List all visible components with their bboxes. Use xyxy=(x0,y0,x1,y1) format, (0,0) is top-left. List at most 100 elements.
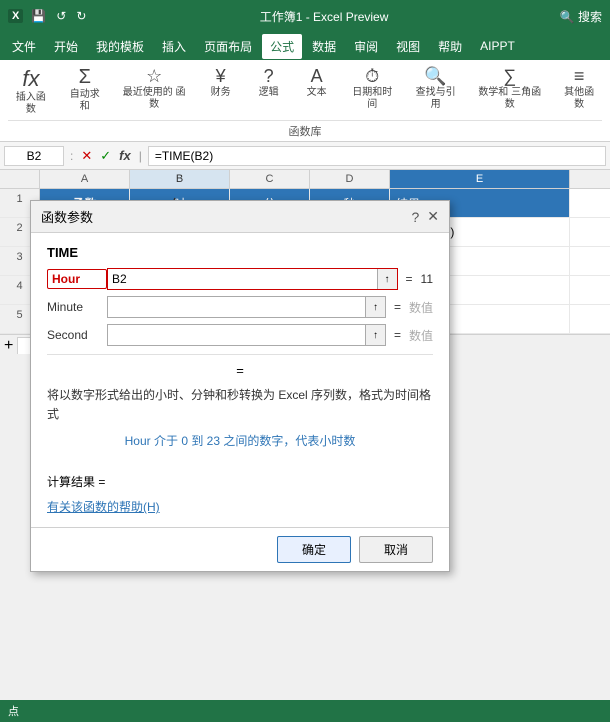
add-sheet-btn[interactable]: + xyxy=(4,337,13,355)
arg-picker-minute[interactable]: ↑ xyxy=(365,297,385,317)
arg-picker-hour[interactable]: ↑ xyxy=(377,269,397,289)
dialog-cancel-btn[interactable]: 取消 xyxy=(359,536,433,563)
math-label: 数学和 三角函数 xyxy=(475,87,544,111)
ribbon: fx 插入函数 Σ 自动求和 ☆ 最近使用的 函数 ¥ 财务 ? 逻辑 A 文本… xyxy=(0,60,610,142)
fx-icon: fx xyxy=(22,66,39,92)
menu-data[interactable]: 数据 xyxy=(304,34,344,59)
function-args-dialog: 函数参数 ? ✕ TIME Hour ↑ = 11 xyxy=(30,200,450,572)
ribbon-datetime[interactable]: ⏱ 日期和时间 xyxy=(345,64,400,113)
insert-func-label: 插入函数 xyxy=(12,92,50,116)
dialog-title: 函数参数 xyxy=(41,207,93,226)
arg-picker-second[interactable]: ↑ xyxy=(365,325,385,345)
finance-label: 财务 xyxy=(211,87,231,99)
arg-equals-minute: = xyxy=(394,300,401,314)
menu-file[interactable]: 文件 xyxy=(4,34,44,59)
more-icon: ≡ xyxy=(574,66,585,87)
formula-bar-divider: : xyxy=(68,149,75,163)
ribbon-more[interactable]: ≡ 其他函数 xyxy=(556,64,602,113)
dialog-close-btn[interactable]: ✕ xyxy=(427,208,439,225)
title-bar-left: X 💾 ↺ ↻ xyxy=(8,7,88,25)
ribbon-autosum[interactable]: Σ 自动求和 xyxy=(62,64,108,115)
text-label: 文本 xyxy=(307,87,327,99)
dialog-description: 将以数字形式给出的小时、分钟和秒转换为 Excel 序列数，格式为时间格式 xyxy=(47,386,433,424)
dialog-help-btn[interactable]: ? xyxy=(411,208,419,225)
menu-home[interactable]: 开始 xyxy=(46,34,86,59)
autosum-label: 自动求和 xyxy=(66,89,104,113)
menu-view[interactable]: 视图 xyxy=(388,34,428,59)
menu-templates[interactable]: 我的模板 xyxy=(88,34,152,59)
dialog-overlay: 函数参数 ? ✕ TIME Hour ↑ = 11 xyxy=(0,170,610,305)
dialog-body: TIME Hour ↑ = 11 Minute ↑ xyxy=(31,233,449,527)
status-bar: 点 xyxy=(0,700,610,722)
lookup-icon: 🔍 xyxy=(424,66,446,87)
cancel-formula-icon[interactable]: ✕ xyxy=(79,146,94,166)
more-label: 其他函数 xyxy=(560,87,598,111)
arg-value-hour: 11 xyxy=(421,272,433,286)
formula-input[interactable] xyxy=(148,146,606,166)
dialog-header: 函数参数 ? ✕ xyxy=(31,201,449,233)
dialog-result: 计算结果 = xyxy=(47,473,433,490)
menu-formulas[interactable]: 公式 xyxy=(262,34,302,59)
ribbon-logic[interactable]: ? 逻辑 xyxy=(249,64,289,101)
search-box[interactable]: 🔍 搜索 xyxy=(560,8,602,25)
arg-label-second: Second xyxy=(47,328,107,342)
ribbon-math[interactable]: ∑ 数学和 三角函数 xyxy=(471,64,548,113)
dialog-param-desc: Hour 介于 0 到 23 之间的数字，代表小时数 xyxy=(47,432,433,449)
arg-row-minute: Minute ↑ = 数值 xyxy=(47,296,433,318)
confirm-formula-icon[interactable]: ✓ xyxy=(98,146,113,166)
sigma-icon: Σ xyxy=(79,66,91,89)
dialog-confirm-btn[interactable]: 确定 xyxy=(277,536,351,563)
math-icon: ∑ xyxy=(503,66,516,87)
arg-input-hour[interactable] xyxy=(108,272,377,286)
arg-label-minute: Minute xyxy=(47,300,107,314)
formula-bar: : ✕ ✓ fx | xyxy=(0,142,610,170)
lookup-label: 查找与引用 xyxy=(412,87,459,111)
star-icon: ☆ xyxy=(146,66,162,87)
arg-input-hour-wrap: ↑ xyxy=(107,268,398,290)
menu-layout[interactable]: 页面布局 xyxy=(196,34,260,59)
arg-equals-second: = xyxy=(394,328,401,342)
clock-icon: ⏱ xyxy=(365,66,379,87)
window-title: 工作簿1 - Excel Preview xyxy=(260,8,389,25)
menu-help[interactable]: 帮助 xyxy=(430,34,470,59)
dialog-divider xyxy=(47,354,433,355)
dialog-header-controls: ? ✕ xyxy=(411,208,439,225)
arg-value-minute: 数值 xyxy=(409,299,433,316)
arg-row-second: Second ↑ = 数值 xyxy=(47,324,433,346)
text-icon: A xyxy=(311,66,323,87)
dialog-help-link[interactable]: 有关该函数的帮助(H) xyxy=(47,500,160,514)
arg-equals-hour: = xyxy=(406,272,413,286)
arg-label-hour: Hour xyxy=(47,269,107,289)
arg-input-minute[interactable] xyxy=(108,300,365,314)
ribbon-insert-func[interactable]: fx 插入函数 xyxy=(8,64,54,118)
redo-btn[interactable]: ↻ xyxy=(74,7,88,25)
ribbon-lookup[interactable]: 🔍 查找与引用 xyxy=(408,64,463,113)
datetime-label: 日期和时间 xyxy=(349,87,396,111)
dialog-equals: = xyxy=(47,363,433,378)
arg-row-hour: Hour ↑ = 11 xyxy=(47,268,433,290)
arg-input-minute-wrap: ↑ xyxy=(107,296,386,318)
app-icon: X xyxy=(8,9,23,23)
logic-label: 逻辑 xyxy=(259,87,279,99)
menu-insert[interactable]: 插入 xyxy=(154,34,194,59)
menu-bar: 文件 开始 我的模板 插入 页面布局 公式 数据 审阅 视图 帮助 AIPPT xyxy=(0,32,610,60)
undo-btn[interactable]: ↺ xyxy=(54,7,68,25)
save-quick-btn[interactable]: 💾 xyxy=(29,7,48,25)
menu-aippt[interactable]: AIPPT xyxy=(472,35,523,57)
ribbon-section-label: 函数库 xyxy=(8,120,602,139)
title-bar: X 💾 ↺ ↻ 工作簿1 - Excel Preview 🔍 搜索 xyxy=(0,0,610,32)
cell-reference-input[interactable] xyxy=(4,146,64,166)
ribbon-recent[interactable]: ☆ 最近使用的 函数 xyxy=(116,64,193,113)
arg-input-second[interactable] xyxy=(108,328,365,342)
dialog-footer: 确定 取消 xyxy=(31,527,449,571)
func-name-label: TIME xyxy=(47,245,433,260)
ribbon-text[interactable]: A 文本 xyxy=(297,64,337,101)
fx-formula-icon[interactable]: fx xyxy=(117,146,133,165)
menu-review[interactable]: 审阅 xyxy=(346,34,386,59)
logic-icon: ? xyxy=(264,66,274,87)
ribbon-finance[interactable]: ¥ 财务 xyxy=(201,64,241,101)
spreadsheet: A B C D E 1 函数 时 分 秒 结果 2 TIME 11 12 40 … xyxy=(0,170,610,305)
title-bar-right: 🔍 搜索 xyxy=(560,8,602,25)
arg-input-second-wrap: ↑ xyxy=(107,324,386,346)
recent-label: 最近使用的 函数 xyxy=(120,87,189,111)
